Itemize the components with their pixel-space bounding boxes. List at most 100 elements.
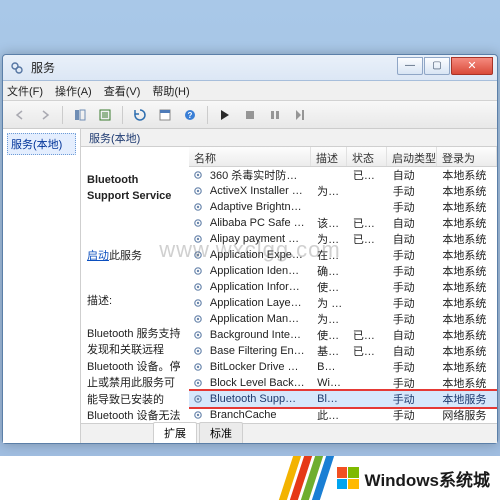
app-icon [9,60,25,76]
cell-name: Application Man… [205,313,312,325]
panel-heading: 服务(本地) [81,129,497,147]
cell-start: 自动 [388,215,438,231]
cell-start: 手动 [388,391,438,407]
pause-service-button[interactable] [264,104,286,126]
tab-standard[interactable]: 标准 [199,422,243,443]
table-row[interactable]: BranchCache此服…手动网络服务 [189,407,497,423]
cell-logon: 本地系统 [437,343,497,359]
col-logon[interactable]: 登录为 [437,147,497,166]
tree-root-services[interactable]: 服务(本地) [7,133,76,155]
services-window: 服务 — ▢ ✕ 文件(F) 操作(A) 查看(V) 帮助(H) ? 服务(本地… [2,54,498,444]
table-row[interactable]: Alibaba PC Safe …该服…已启动自动本地系统 [189,215,497,231]
back-button[interactable] [9,104,31,126]
cell-status: 已启动 [348,231,388,247]
gear-icon [191,345,205,357]
cell-name: ActiveX Installer … [205,185,312,197]
cell-start: 手动 [388,247,438,263]
cell-logon: 本地系统 [437,199,497,215]
cell-logon: 本地系统 [437,247,497,263]
cell-start: 手动 [388,263,438,279]
gear-icon [191,393,205,405]
cell-logon: 本地服务 [437,391,497,407]
export-button[interactable] [94,104,116,126]
cell-logon: 本地系统 [437,375,497,391]
refresh-button[interactable] [129,104,151,126]
windows-logo-icon [337,467,359,489]
col-desc[interactable]: 描述 [311,147,347,166]
service-rows[interactable]: 360 杀毒实时防护…已启动自动本地系统ActiveX Installer …为… [189,167,497,423]
cell-status: 已启动 [348,215,388,231]
gear-icon [191,185,205,197]
cell-desc: 在应… [312,247,348,263]
table-row[interactable]: Base Filtering En…基本…已启动自动本地系统 [189,343,497,359]
service-list: 名称 描述 状态 启动类型 登录为 360 杀毒实时防护…已启动自动本地系统 Ac… [189,147,497,423]
table-row[interactable]: Application Laye…为 In…手动本地系统 [189,295,497,311]
start-link[interactable]: 启动 [87,250,109,262]
minimize-button[interactable]: — [397,57,423,75]
cell-status: 已启动 [348,327,388,343]
show-hide-tree-button[interactable] [69,104,91,126]
table-row[interactable]: Application Expe…在应…手动本地系统 [189,247,497,263]
menu-help[interactable]: 帮助(H) [152,83,189,99]
column-headers[interactable]: 名称 描述 状态 启动类型 登录为 [189,147,497,167]
cell-start: 手动 [388,183,438,199]
col-name[interactable]: 名称 [189,147,311,166]
table-row[interactable]: Bluetooth Supp…Blue…手动本地服务 [189,391,497,407]
cell-start: 手动 [388,295,438,311]
titlebar[interactable]: 服务 — ▢ ✕ [3,55,497,81]
cell-logon: 本地系统 [437,231,497,247]
menu-view[interactable]: 查看(V) [104,83,141,99]
cell-desc: Win… [312,377,348,389]
cell-desc: 为支… [312,231,348,247]
stop-service-button[interactable] [239,104,261,126]
table-row[interactable]: Background Inte…使用…已启动自动本地系统 [189,327,497,343]
maximize-button[interactable]: ▢ [424,57,450,75]
table-row[interactable]: Application Iden…确定…手动本地系统 [189,263,497,279]
table-row[interactable]: 360 杀毒实时防护…已启动自动本地系统 [189,167,497,183]
table-row[interactable]: BitLocker Drive …BDE…手动本地系统 [189,359,497,375]
tab-extended[interactable]: 扩展 [153,422,197,443]
gear-icon [191,201,205,213]
description-text: Bluetooth 服务支持发现和关联远程 Bluetooth 设备。停止或禁用… [87,326,183,424]
menu-file[interactable]: 文件(F) [7,83,43,99]
description-label: 描述: [87,293,183,310]
gear-icon [191,233,205,245]
footer-brand: Windows系统城 [0,456,500,500]
table-row[interactable]: Application Man…为通…手动本地系统 [189,311,497,327]
service-details: Bluetooth Support Service 启动此服务 描述: Blue… [81,147,189,423]
menubar: 文件(F) 操作(A) 查看(V) 帮助(H) [3,81,497,101]
cell-desc: 基本… [312,343,348,359]
cell-name: Alipay payment … [205,233,312,245]
svg-text:?: ? [188,111,193,120]
cell-logon: 本地系统 [437,279,497,295]
table-row[interactable]: ActiveX Installer …为从…手动本地系统 [189,183,497,199]
menu-action[interactable]: 操作(A) [55,83,92,99]
properties-button[interactable] [154,104,176,126]
table-row[interactable]: Adaptive Brightn…手动本地系统 [189,199,497,215]
help-button[interactable]: ? [179,104,201,126]
cell-start: 自动 [388,231,438,247]
table-row[interactable]: Alipay payment …为支…已启动自动本地系统 [189,231,497,247]
col-status[interactable]: 状态 [347,147,387,166]
table-row[interactable]: Block Level Back…Win…手动本地系统 [189,375,497,391]
cell-desc: 为 In… [312,295,348,311]
cell-name: Bluetooth Supp… [205,393,312,405]
content-split: Bluetooth Support Service 启动此服务 描述: Blue… [81,147,497,423]
bottom-tabs: 扩展 标准 [81,423,497,443]
brand-text: Windows系统城 [365,466,490,491]
brand: Windows系统城 [337,466,490,491]
cell-start: 自动 [388,167,438,183]
start-service-button[interactable] [214,104,236,126]
cell-desc: 为从… [312,183,348,199]
forward-button[interactable] [34,104,56,126]
gear-icon [191,281,205,293]
toolbar: ? [3,101,497,129]
cell-logon: 本地系统 [437,215,497,231]
cell-start: 手动 [388,407,438,423]
col-start[interactable]: 启动类型 [387,147,437,166]
restart-service-button[interactable] [289,104,311,126]
cell-desc: 使用… [312,279,348,295]
close-button[interactable]: ✕ [451,57,493,75]
table-row[interactable]: Application Infor…使用…手动本地系统 [189,279,497,295]
cell-name: Application Infor… [205,281,312,293]
